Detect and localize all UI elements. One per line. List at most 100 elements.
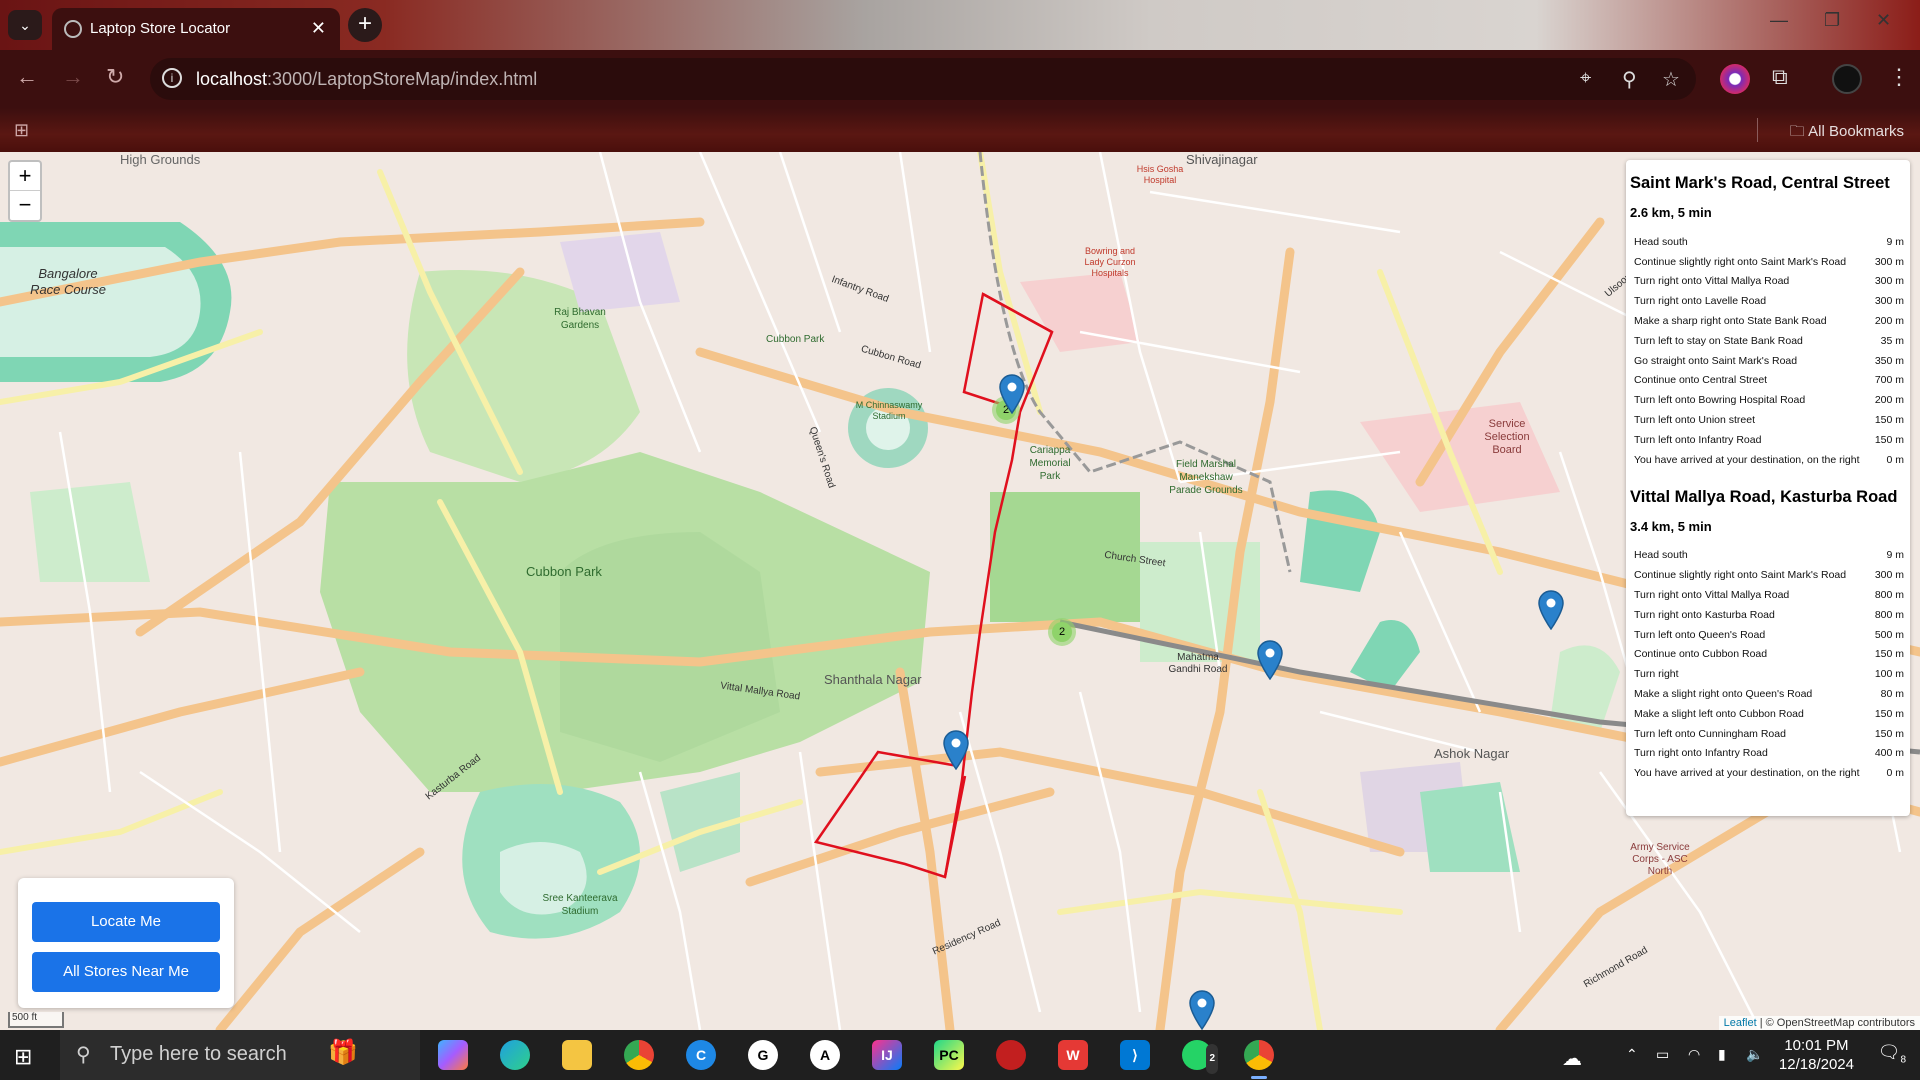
- forward-icon[interactable]: →: [62, 64, 84, 90]
- security-app-icon[interactable]: [996, 1040, 1026, 1070]
- route-step-instruction: Turn left onto Queen's Road: [1634, 628, 1766, 641]
- route-step[interactable]: Continue onto Central Street 700 m: [1630, 371, 1906, 391]
- volume-icon[interactable]: 🔈: [1746, 1046, 1763, 1063]
- chrome-icon[interactable]: [624, 1040, 654, 1070]
- taskbar-search-box[interactable]: ⚲ Type here to search 🎁: [60, 1030, 420, 1080]
- tray-chevron-icon[interactable]: ⌃: [1626, 1046, 1638, 1063]
- store-marker-pin[interactable]: [999, 374, 1025, 414]
- leaflet-link[interactable]: Leaflet: [1724, 1017, 1757, 1029]
- extension-icon[interactable]: [1720, 64, 1750, 94]
- menu-kebab-icon[interactable]: ⋮: [1888, 64, 1910, 90]
- url-text[interactable]: localhost:3000/LaptopStoreMap/index.html: [196, 69, 537, 90]
- chrome-active-icon[interactable]: [1244, 1040, 1274, 1070]
- route-step-distance: 150 m: [1874, 727, 1904, 740]
- route-step-instruction: Continue onto Central Street: [1634, 374, 1768, 387]
- route-step-instruction: Turn right onto Kasturba Road: [1634, 608, 1775, 621]
- route-step-distance: 700 m: [1874, 374, 1904, 387]
- map-label-chinnaswamy: M Chinnaswamy Stadium: [855, 400, 923, 421]
- route-step-distance: 500 m: [1874, 628, 1904, 641]
- route-step-distance: 35 m: [1880, 334, 1904, 347]
- notification-center-icon[interactable]: 🗨8: [1878, 1042, 1906, 1066]
- tab-close-icon[interactable]: ✕: [311, 18, 326, 39]
- route-step[interactable]: Head south 9 m: [1630, 232, 1906, 252]
- gift-decoration-icon: 🎁: [328, 1039, 358, 1066]
- map-label-kanteerava: Sree Kanteerava Stadium: [542, 893, 618, 917]
- route-step[interactable]: Turn left onto Bowring Hospital Road 200 …: [1630, 390, 1906, 410]
- route-step[interactable]: Head south 9 m: [1630, 546, 1906, 566]
- route-step[interactable]: Make a slight left onto Cubbon Road 150 m: [1630, 704, 1906, 724]
- edge-icon[interactable]: [500, 1040, 530, 1070]
- app-store-icon[interactable]: A: [810, 1040, 840, 1070]
- reload-icon[interactable]: ↻: [106, 64, 124, 90]
- route-step[interactable]: Continue slightly right onto Saint Mark'…: [1630, 565, 1906, 585]
- pycharm-icon[interactable]: PC: [934, 1040, 964, 1070]
- vscode-icon[interactable]: ⟩: [1120, 1040, 1150, 1070]
- system-clock[interactable]: 10:01 PM 12/18/2024: [1779, 1036, 1854, 1074]
- new-tab-button[interactable]: +: [348, 8, 382, 42]
- extensions-puzzle-icon[interactable]: ⧉: [1772, 64, 1788, 90]
- map-label-fmm-grounds: Field Marshal Manekshaw Parade Grounds: [1169, 459, 1243, 496]
- route-step[interactable]: Turn right 100 m: [1630, 664, 1906, 684]
- store-marker-pin[interactable]: [1538, 590, 1564, 630]
- route-step-distance: 200 m: [1874, 394, 1904, 407]
- tab-search-button[interactable]: ⌄: [8, 10, 42, 40]
- zoom-in-button[interactable]: +: [10, 162, 40, 191]
- route-step[interactable]: Turn right onto Kasturba Road 800 m: [1630, 605, 1906, 625]
- windows-start-icon[interactable]: ⊞: [14, 1044, 32, 1070]
- store-marker-pin[interactable]: [1189, 990, 1215, 1030]
- route-step[interactable]: Turn right onto Infantry Road 400 m: [1630, 744, 1906, 764]
- map-container[interactable]: Shivajinagar Bangalore Race Course Cubbo…: [0, 152, 1920, 1030]
- route-step[interactable]: You have arrived at your destination, on…: [1630, 450, 1906, 470]
- store-marker-pin[interactable]: [1257, 640, 1283, 680]
- route-step[interactable]: Turn right onto Vittal Mallya Road 300 m: [1630, 272, 1906, 292]
- route-step-instruction: Turn left onto Infantry Road: [1634, 433, 1762, 446]
- route-step[interactable]: Make a slight right onto Queen's Road 80 …: [1630, 684, 1906, 704]
- route-step-instruction: Turn left onto Cunningham Road: [1634, 727, 1786, 740]
- route-step[interactable]: Turn right onto Vittal Mallya Road 800 m: [1630, 585, 1906, 605]
- route-step[interactable]: Make a sharp right onto State Bank Road 2…: [1630, 311, 1906, 331]
- site-info-icon[interactable]: i: [162, 68, 182, 88]
- route-step[interactable]: Turn left onto Queen's Road 500 m: [1630, 625, 1906, 645]
- route-step[interactable]: Turn right onto Lavelle Road 300 m: [1630, 291, 1906, 311]
- location-pin-icon[interactable]: ⌖: [1580, 67, 1591, 90]
- file-explorer-icon[interactable]: [562, 1040, 592, 1070]
- route-step[interactable]: Continue onto Cubbon Road 150 m: [1630, 645, 1906, 665]
- route-step-distance: 300 m: [1874, 295, 1904, 308]
- meet-now-icon[interactable]: ▭: [1656, 1046, 1669, 1063]
- route-step[interactable]: Continue slightly right onto Saint Mark'…: [1630, 252, 1906, 272]
- cluster-marker[interactable]: 2: [1048, 618, 1076, 646]
- close-window-icon[interactable]: ✕: [1876, 10, 1891, 31]
- apps-grid-icon[interactable]: ⊞: [14, 120, 29, 141]
- map-label-service-board: Service Selection Board: [1484, 418, 1530, 456]
- address-bar[interactable]: i localhost:3000/LaptopStoreMap/index.ht…: [150, 58, 1696, 100]
- restore-icon[interactable]: ❐: [1824, 10, 1840, 31]
- route-step[interactable]: Turn left onto Cunningham Road 150 m: [1630, 724, 1906, 744]
- active-tab[interactable]: Laptop Store Locator ✕: [52, 8, 340, 50]
- route-step-distance: 300 m: [1874, 569, 1904, 582]
- store-marker-pin[interactable]: [943, 730, 969, 770]
- route-step[interactable]: You have arrived at your destination, on…: [1630, 763, 1906, 783]
- locate-me-button[interactable]: Locate Me: [32, 902, 220, 942]
- zoom-out-button[interactable]: −: [10, 191, 40, 220]
- c-app-icon[interactable]: C: [686, 1040, 716, 1070]
- profile-avatar[interactable]: [1832, 64, 1862, 94]
- minimize-icon[interactable]: —: [1770, 10, 1788, 31]
- bookmark-star-icon[interactable]: ☆: [1662, 67, 1680, 92]
- weather-icon[interactable]: ☁: [1562, 1046, 1582, 1071]
- zoom-icon[interactable]: ⚲: [1622, 67, 1637, 92]
- intellij-icon[interactable]: IJ: [872, 1040, 902, 1070]
- github-icon[interactable]: G: [748, 1040, 778, 1070]
- copilot-icon[interactable]: [438, 1040, 468, 1070]
- all-stores-near-me-button[interactable]: All Stores Near Me: [32, 952, 220, 992]
- route-step[interactable]: Turn left onto Union street 150 m: [1630, 410, 1906, 430]
- wifi-icon[interactable]: ◠: [1688, 1046, 1700, 1063]
- whatsapp-icon[interactable]: 2: [1182, 1040, 1218, 1074]
- route-step-instruction: Continue slightly right onto Saint Mark'…: [1634, 255, 1847, 268]
- all-bookmarks[interactable]: 🗀 All Bookmarks: [1790, 121, 1904, 146]
- battery-icon[interactable]: ▮: [1718, 1046, 1726, 1063]
- route-step[interactable]: Turn left onto Infantry Road 150 m: [1630, 430, 1906, 450]
- route-step[interactable]: Go straight onto Saint Mark's Road 350 m: [1630, 351, 1906, 371]
- back-icon[interactable]: ←: [16, 64, 38, 90]
- wps-office-icon[interactable]: W: [1058, 1040, 1088, 1070]
- route-step[interactable]: Turn left to stay on State Bank Road 35 m: [1630, 331, 1906, 351]
